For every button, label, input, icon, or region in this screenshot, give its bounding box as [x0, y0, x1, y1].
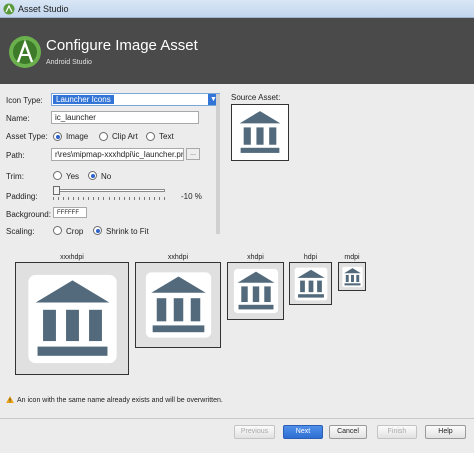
slider-tick: [148, 197, 150, 200]
path-field[interactable]: r\res\mipmap-xxxhdpi\ic_launcher.png: [51, 148, 184, 161]
building-icon: [342, 266, 363, 288]
density-label-mdpi: mdpi: [344, 254, 360, 261]
scaling-crop-label[interactable]: Crop: [66, 227, 83, 236]
trim-yes-label[interactable]: Yes: [66, 172, 79, 181]
density-label-xxhdpi: xxhdpi: [167, 254, 189, 261]
help-button[interactable]: Help: [425, 425, 466, 439]
trim-no-label[interactable]: No: [101, 172, 111, 181]
padding-slider-thumb[interactable]: [53, 186, 60, 195]
scaling-label: Scaling:: [6, 227, 35, 236]
asset-type-text-label[interactable]: Text: [159, 132, 174, 141]
slider-tick: [108, 197, 110, 200]
slider-tick: [153, 197, 155, 200]
browse-button[interactable]: ...: [186, 148, 200, 160]
asset-type-image-label[interactable]: Image: [66, 132, 88, 141]
footer-divider: [0, 418, 474, 419]
building-icon: [233, 268, 279, 314]
scaling-shrink-label[interactable]: Shrink to Fit: [106, 227, 149, 236]
android-studio-app-icon: [3, 3, 15, 15]
name-field[interactable]: ic_launcher: [51, 111, 199, 124]
trim-yes-radio[interactable]: [53, 171, 62, 180]
slider-tick: [88, 197, 90, 200]
asset-type-text-radio[interactable]: [146, 132, 155, 141]
icon-type-selected-value: Launcher Icons: [53, 95, 114, 104]
warning-text: An icon with the same name already exist…: [17, 397, 223, 404]
overwrite-warning: An icon with the same name already exist…: [6, 396, 223, 404]
padding-value: -10 %: [181, 192, 202, 201]
padding-slider-track[interactable]: [53, 189, 165, 192]
scaling-crop-radio[interactable]: [53, 226, 62, 235]
slider-tick: [113, 197, 115, 200]
slider-tick: [68, 197, 70, 200]
previous-button[interactable]: Previous: [234, 425, 275, 439]
preview-frame-xxxhdpi: [15, 262, 129, 375]
preview-frame-hdpi: [289, 262, 332, 305]
next-button[interactable]: Next: [283, 425, 323, 439]
name-label: Name:: [6, 114, 30, 123]
android-studio-logo-icon: [9, 36, 41, 68]
window-titlebar: Asset Studio: [0, 0, 474, 18]
slider-tick: [73, 197, 75, 200]
icon-type-select[interactable]: Launcher Icons ▼: [51, 93, 220, 106]
background-label: Background:: [6, 210, 51, 219]
path-label: Path:: [6, 151, 25, 160]
slider-tick: [123, 197, 125, 200]
source-asset-label: Source Asset:: [231, 93, 281, 102]
slider-tick: [128, 197, 130, 200]
building-icon: [235, 108, 285, 157]
warning-icon: [6, 396, 14, 403]
icon-type-label: Icon Type:: [6, 96, 43, 105]
preview-frame-xhdpi: [227, 262, 284, 320]
slider-tick: [63, 197, 65, 200]
preview-frame-mdpi: [338, 262, 366, 291]
asset-type-image-radio[interactable]: [53, 132, 62, 141]
preview-frame-xxhdpi: [135, 262, 221, 348]
window-title: Asset Studio: [18, 4, 69, 14]
slider-tick: [164, 197, 165, 200]
trim-label: Trim:: [6, 172, 24, 181]
scaling-shrink-radio[interactable]: [93, 226, 102, 235]
background-color-field[interactable]: FFFFFF: [53, 207, 87, 218]
padding-slider-ticks: [53, 197, 165, 201]
slider-tick: [138, 197, 140, 200]
slider-tick: [53, 197, 54, 200]
density-label-xxxhdpi: xxxhdpi: [60, 254, 84, 261]
asset-type-clipart-label[interactable]: Clip Art: [112, 132, 138, 141]
page-subtitle: Android Studio: [46, 59, 92, 66]
slider-tick: [103, 197, 105, 200]
asset-type-clipart-radio[interactable]: [99, 132, 108, 141]
slider-tick: [133, 197, 135, 200]
form-scrollbar[interactable]: [216, 94, 220, 234]
building-icon: [294, 267, 328, 301]
slider-tick: [143, 197, 145, 200]
asset-type-label: Asset Type:: [6, 132, 48, 141]
trim-no-radio[interactable]: [88, 171, 97, 180]
finish-button[interactable]: Finish: [377, 425, 417, 439]
slider-tick: [83, 197, 85, 200]
slider-tick: [118, 197, 120, 200]
slider-tick: [93, 197, 95, 200]
source-asset-preview: [231, 104, 289, 161]
slider-tick: [58, 197, 60, 200]
building-icon: [145, 272, 212, 338]
density-label-xhdpi: xhdpi: [247, 254, 264, 261]
density-label-hdpi: hdpi: [303, 254, 318, 261]
page-title: Configure Image Asset: [46, 37, 198, 54]
cancel-button[interactable]: Cancel: [329, 425, 367, 439]
slider-tick: [78, 197, 80, 200]
slider-tick: [98, 197, 100, 200]
building-icon: [28, 274, 117, 364]
wizard-header: Configure Image Asset Android Studio: [0, 18, 474, 84]
padding-label: Padding:: [6, 192, 38, 201]
slider-tick: [158, 197, 160, 200]
